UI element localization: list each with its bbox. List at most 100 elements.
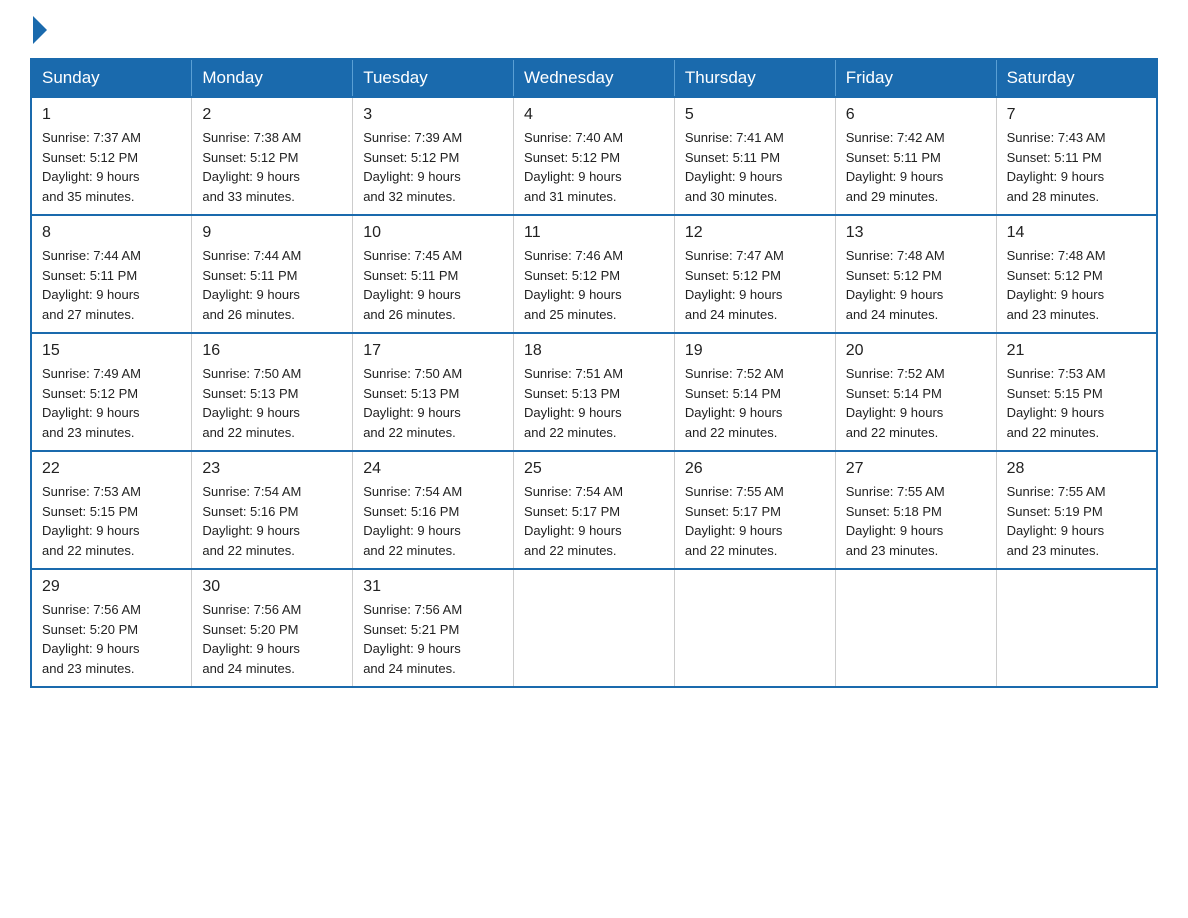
day-number: 2 xyxy=(202,106,342,124)
day-number: 13 xyxy=(846,224,986,242)
day-number: 10 xyxy=(363,224,503,242)
calendar-cell xyxy=(996,569,1157,687)
calendar-week-row: 8 Sunrise: 7:44 AMSunset: 5:11 PMDayligh… xyxy=(31,215,1157,333)
day-number: 22 xyxy=(42,460,181,478)
calendar-cell: 25 Sunrise: 7:54 AMSunset: 5:17 PMDaylig… xyxy=(514,451,675,569)
calendar-cell: 21 Sunrise: 7:53 AMSunset: 5:15 PMDaylig… xyxy=(996,333,1157,451)
calendar-cell: 11 Sunrise: 7:46 AMSunset: 5:12 PMDaylig… xyxy=(514,215,675,333)
calendar-cell: 20 Sunrise: 7:52 AMSunset: 5:14 PMDaylig… xyxy=(835,333,996,451)
calendar-cell: 28 Sunrise: 7:55 AMSunset: 5:19 PMDaylig… xyxy=(996,451,1157,569)
day-info: Sunrise: 7:39 AMSunset: 5:12 PMDaylight:… xyxy=(363,128,503,206)
calendar-cell: 9 Sunrise: 7:44 AMSunset: 5:11 PMDayligh… xyxy=(192,215,353,333)
day-number: 24 xyxy=(363,460,503,478)
calendar-week-row: 15 Sunrise: 7:49 AMSunset: 5:12 PMDaylig… xyxy=(31,333,1157,451)
calendar-cell: 13 Sunrise: 7:48 AMSunset: 5:12 PMDaylig… xyxy=(835,215,996,333)
day-number: 20 xyxy=(846,342,986,360)
calendar-cell: 8 Sunrise: 7:44 AMSunset: 5:11 PMDayligh… xyxy=(31,215,192,333)
day-number: 31 xyxy=(363,578,503,596)
day-info: Sunrise: 7:51 AMSunset: 5:13 PMDaylight:… xyxy=(524,364,664,442)
day-info: Sunrise: 7:54 AMSunset: 5:16 PMDaylight:… xyxy=(202,482,342,560)
day-number: 15 xyxy=(42,342,181,360)
calendar-cell: 26 Sunrise: 7:55 AMSunset: 5:17 PMDaylig… xyxy=(674,451,835,569)
day-info: Sunrise: 7:52 AMSunset: 5:14 PMDaylight:… xyxy=(685,364,825,442)
day-number: 16 xyxy=(202,342,342,360)
day-number: 18 xyxy=(524,342,664,360)
calendar-cell: 5 Sunrise: 7:41 AMSunset: 5:11 PMDayligh… xyxy=(674,97,835,215)
page-header xyxy=(30,20,1158,38)
day-info: Sunrise: 7:41 AMSunset: 5:11 PMDaylight:… xyxy=(685,128,825,206)
logo xyxy=(30,20,47,38)
day-number: 29 xyxy=(42,578,181,596)
calendar-week-row: 29 Sunrise: 7:56 AMSunset: 5:20 PMDaylig… xyxy=(31,569,1157,687)
header-saturday: Saturday xyxy=(996,59,1157,97)
day-info: Sunrise: 7:56 AMSunset: 5:20 PMDaylight:… xyxy=(42,600,181,678)
calendar-cell: 15 Sunrise: 7:49 AMSunset: 5:12 PMDaylig… xyxy=(31,333,192,451)
calendar-cell: 16 Sunrise: 7:50 AMSunset: 5:13 PMDaylig… xyxy=(192,333,353,451)
day-number: 27 xyxy=(846,460,986,478)
header-thursday: Thursday xyxy=(674,59,835,97)
day-number: 17 xyxy=(363,342,503,360)
calendar-cell: 29 Sunrise: 7:56 AMSunset: 5:20 PMDaylig… xyxy=(31,569,192,687)
calendar-cell: 10 Sunrise: 7:45 AMSunset: 5:11 PMDaylig… xyxy=(353,215,514,333)
day-number: 21 xyxy=(1007,342,1146,360)
calendar-cell: 12 Sunrise: 7:47 AMSunset: 5:12 PMDaylig… xyxy=(674,215,835,333)
day-number: 7 xyxy=(1007,106,1146,124)
day-info: Sunrise: 7:48 AMSunset: 5:12 PMDaylight:… xyxy=(1007,246,1146,324)
day-info: Sunrise: 7:56 AMSunset: 5:21 PMDaylight:… xyxy=(363,600,503,678)
day-info: Sunrise: 7:54 AMSunset: 5:17 PMDaylight:… xyxy=(524,482,664,560)
day-info: Sunrise: 7:40 AMSunset: 5:12 PMDaylight:… xyxy=(524,128,664,206)
header-monday: Monday xyxy=(192,59,353,97)
day-number: 8 xyxy=(42,224,181,242)
day-info: Sunrise: 7:50 AMSunset: 5:13 PMDaylight:… xyxy=(202,364,342,442)
day-info: Sunrise: 7:53 AMSunset: 5:15 PMDaylight:… xyxy=(1007,364,1146,442)
calendar-cell: 14 Sunrise: 7:48 AMSunset: 5:12 PMDaylig… xyxy=(996,215,1157,333)
day-info: Sunrise: 7:44 AMSunset: 5:11 PMDaylight:… xyxy=(42,246,181,324)
calendar-cell: 30 Sunrise: 7:56 AMSunset: 5:20 PMDaylig… xyxy=(192,569,353,687)
calendar-table: SundayMondayTuesdayWednesdayThursdayFrid… xyxy=(30,58,1158,688)
calendar-cell: 18 Sunrise: 7:51 AMSunset: 5:13 PMDaylig… xyxy=(514,333,675,451)
day-number: 30 xyxy=(202,578,342,596)
day-info: Sunrise: 7:42 AMSunset: 5:11 PMDaylight:… xyxy=(846,128,986,206)
day-info: Sunrise: 7:38 AMSunset: 5:12 PMDaylight:… xyxy=(202,128,342,206)
calendar-cell: 2 Sunrise: 7:38 AMSunset: 5:12 PMDayligh… xyxy=(192,97,353,215)
day-number: 4 xyxy=(524,106,664,124)
header-wednesday: Wednesday xyxy=(514,59,675,97)
day-info: Sunrise: 7:55 AMSunset: 5:17 PMDaylight:… xyxy=(685,482,825,560)
day-number: 6 xyxy=(846,106,986,124)
day-info: Sunrise: 7:47 AMSunset: 5:12 PMDaylight:… xyxy=(685,246,825,324)
calendar-cell xyxy=(835,569,996,687)
day-number: 25 xyxy=(524,460,664,478)
day-info: Sunrise: 7:46 AMSunset: 5:12 PMDaylight:… xyxy=(524,246,664,324)
day-info: Sunrise: 7:56 AMSunset: 5:20 PMDaylight:… xyxy=(202,600,342,678)
header-friday: Friday xyxy=(835,59,996,97)
day-info: Sunrise: 7:43 AMSunset: 5:11 PMDaylight:… xyxy=(1007,128,1146,206)
day-number: 12 xyxy=(685,224,825,242)
calendar-cell: 22 Sunrise: 7:53 AMSunset: 5:15 PMDaylig… xyxy=(31,451,192,569)
day-number: 23 xyxy=(202,460,342,478)
calendar-cell: 23 Sunrise: 7:54 AMSunset: 5:16 PMDaylig… xyxy=(192,451,353,569)
day-number: 3 xyxy=(363,106,503,124)
calendar-header-row: SundayMondayTuesdayWednesdayThursdayFrid… xyxy=(31,59,1157,97)
day-info: Sunrise: 7:48 AMSunset: 5:12 PMDaylight:… xyxy=(846,246,986,324)
day-number: 14 xyxy=(1007,224,1146,242)
day-number: 28 xyxy=(1007,460,1146,478)
calendar-cell: 31 Sunrise: 7:56 AMSunset: 5:21 PMDaylig… xyxy=(353,569,514,687)
calendar-cell: 17 Sunrise: 7:50 AMSunset: 5:13 PMDaylig… xyxy=(353,333,514,451)
header-tuesday: Tuesday xyxy=(353,59,514,97)
calendar-cell: 1 Sunrise: 7:37 AMSunset: 5:12 PMDayligh… xyxy=(31,97,192,215)
day-info: Sunrise: 7:49 AMSunset: 5:12 PMDaylight:… xyxy=(42,364,181,442)
day-number: 26 xyxy=(685,460,825,478)
calendar-cell: 27 Sunrise: 7:55 AMSunset: 5:18 PMDaylig… xyxy=(835,451,996,569)
day-info: Sunrise: 7:50 AMSunset: 5:13 PMDaylight:… xyxy=(363,364,503,442)
calendar-cell: 24 Sunrise: 7:54 AMSunset: 5:16 PMDaylig… xyxy=(353,451,514,569)
day-number: 1 xyxy=(42,106,181,124)
calendar-week-row: 1 Sunrise: 7:37 AMSunset: 5:12 PMDayligh… xyxy=(31,97,1157,215)
day-info: Sunrise: 7:55 AMSunset: 5:18 PMDaylight:… xyxy=(846,482,986,560)
header-sunday: Sunday xyxy=(31,59,192,97)
logo-arrow-icon xyxy=(33,16,47,44)
day-number: 9 xyxy=(202,224,342,242)
calendar-cell xyxy=(674,569,835,687)
day-number: 19 xyxy=(685,342,825,360)
calendar-cell: 4 Sunrise: 7:40 AMSunset: 5:12 PMDayligh… xyxy=(514,97,675,215)
calendar-cell: 6 Sunrise: 7:42 AMSunset: 5:11 PMDayligh… xyxy=(835,97,996,215)
